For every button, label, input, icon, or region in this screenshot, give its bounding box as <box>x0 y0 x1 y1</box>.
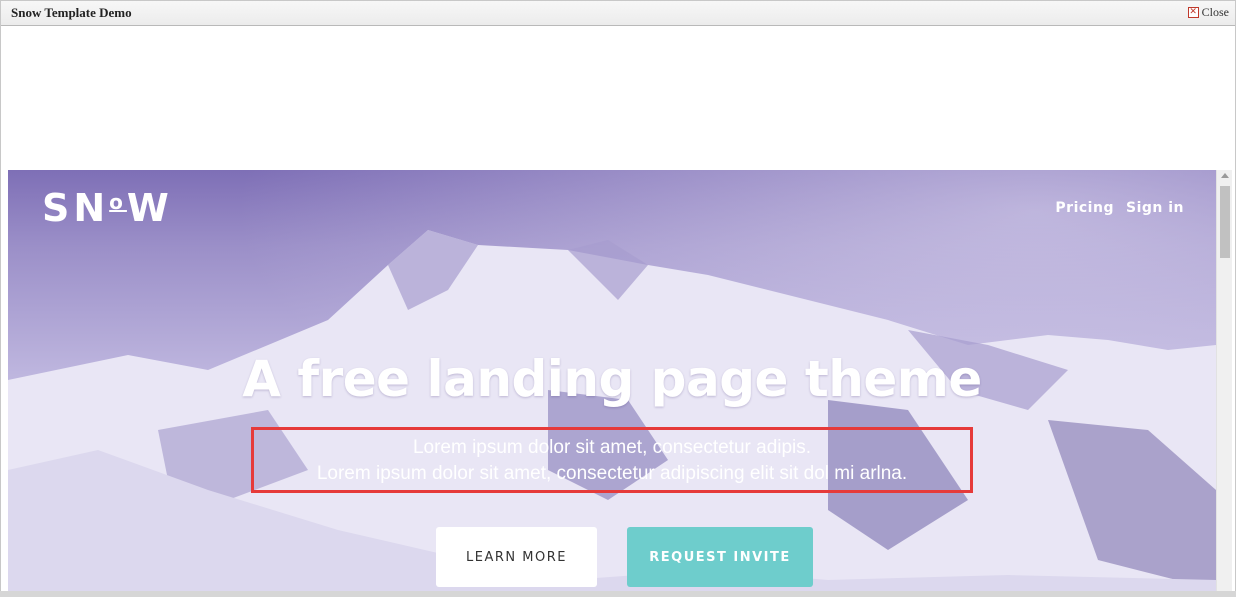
logo-text-start: SN <box>42 186 110 230</box>
page-viewport: SNoW Pricing Sign in A free landing page… <box>8 27 1232 592</box>
hero-section: SNoW Pricing Sign in A free landing page… <box>8 170 1216 592</box>
window-bottom-edge <box>0 591 1236 597</box>
popup-window: Snow Template Demo ✕ Close SNoW Pricing <box>0 0 1236 597</box>
close-label[interactable]: Close <box>1202 5 1229 20</box>
nav-link-pricing[interactable]: Pricing <box>1055 200 1114 216</box>
hero-headline: A free landing page theme <box>242 350 982 408</box>
close-button[interactable]: ✕ Close <box>1187 5 1229 20</box>
request-invite-button[interactable]: REQUEST INVITE <box>627 527 813 587</box>
nav-link-sign-in[interactable]: Sign in <box>1126 200 1184 216</box>
subtext-line-2: Lorem ipsum dolor sit amet, consectetur … <box>316 463 908 484</box>
scroll-thumb[interactable] <box>1220 186 1230 258</box>
window-titlebar: Snow Template Demo ✕ Close <box>1 1 1235 26</box>
logo-text-o: o <box>109 190 127 214</box>
logo-text-end: W <box>126 186 173 230</box>
hero-subtext-highlighted: Lorem ipsum dolor sit amet, consectetur … <box>251 427 973 493</box>
snow-logo[interactable]: SNoW <box>42 186 173 230</box>
window-title: Snow Template Demo <box>11 5 132 20</box>
learn-more-button[interactable]: LEARN MORE <box>436 527 597 587</box>
close-icon[interactable]: ✕ <box>1187 7 1199 18</box>
top-nav: Pricing Sign in <box>1055 200 1184 216</box>
vertical-scrollbar[interactable] <box>1216 170 1232 592</box>
scroll-up-arrow-icon[interactable] <box>1221 173 1229 178</box>
subtext-line-1: Lorem ipsum dolor sit amet, consectetur … <box>412 437 812 458</box>
